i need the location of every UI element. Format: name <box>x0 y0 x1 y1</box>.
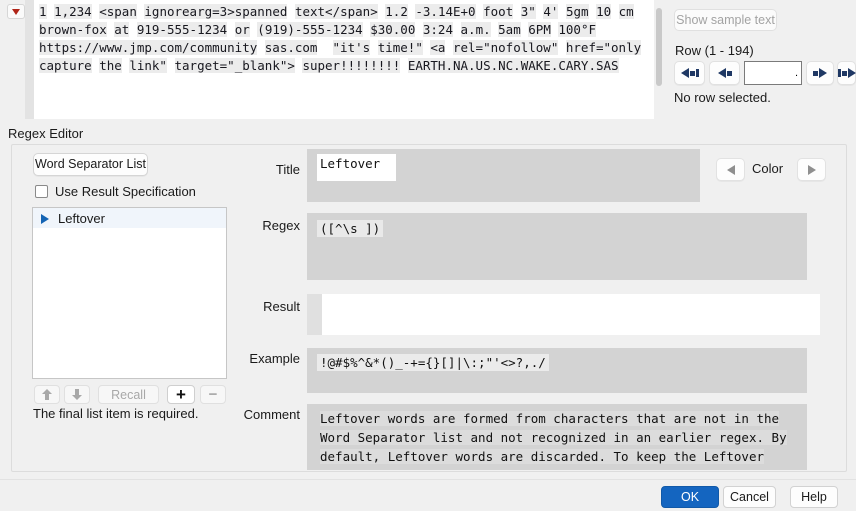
checkbox-box[interactable] <box>35 185 48 198</box>
result-value[interactable] <box>322 294 820 335</box>
regex-editor-title: Regex Editor <box>8 126 84 141</box>
sample-text-area[interactable]: 1 1,234 <span ignorearg=3>spanned text</… <box>34 0 654 119</box>
next-row-icon <box>813 68 827 78</box>
ok-button[interactable]: OK <box>661 486 719 508</box>
regex-editor-dialog: 1 1,234 <span ignorearg=3>spanned text</… <box>0 0 856 511</box>
row-first-button[interactable] <box>674 61 705 85</box>
move-down-button[interactable] <box>64 385 90 404</box>
list-required-note: The final list item is required. <box>33 406 199 421</box>
row-range-label: Row (1 - 194) <box>675 43 754 58</box>
example-value: !@#$%^&*()_-+={}[]|\:;"'<>?,./ <box>317 354 549 371</box>
first-row-icon <box>680 68 699 78</box>
row-next-button[interactable] <box>806 61 834 85</box>
cancel-button[interactable]: Cancel <box>723 486 776 508</box>
right-triangle-icon <box>807 164 816 175</box>
result-gutter <box>307 294 322 335</box>
help-button[interactable]: Help <box>790 486 838 508</box>
row-number-input[interactable] <box>744 61 802 85</box>
list-item-label: Leftover <box>58 211 105 226</box>
plus-icon: + <box>176 385 186 404</box>
use-result-specification-checkbox[interactable]: Use Result Specification <box>35 184 196 199</box>
regex-list[interactable]: Leftover <box>32 207 227 379</box>
up-arrow-icon <box>42 389 52 400</box>
down-arrow-icon <box>72 389 82 400</box>
result-field[interactable] <box>307 294 820 335</box>
example-label: Example <box>249 351 300 366</box>
remove-item-button[interactable]: − <box>200 385 226 404</box>
row-last-button[interactable] <box>837 61 856 85</box>
regex-field[interactable]: ([^\s ]) <box>307 213 807 280</box>
red-triangle-icon <box>12 8 20 15</box>
color-next-button[interactable] <box>797 158 826 181</box>
title-value: Leftover <box>317 154 397 181</box>
word-separator-list-button[interactable]: Word Separator List <box>33 153 148 176</box>
result-label: Result <box>263 299 300 314</box>
minus-icon: − <box>208 386 218 403</box>
list-item-leftover[interactable]: Leftover <box>33 208 226 228</box>
checkbox-label: Use Result Specification <box>55 184 196 199</box>
title-field[interactable]: Leftover <box>307 149 700 202</box>
example-field[interactable]: !@#$%^&*()_-+={}[]|\:;"'<>?,./ <box>307 348 807 393</box>
add-item-button[interactable]: + <box>167 385 195 404</box>
color-prev-button[interactable] <box>716 158 745 181</box>
comment-value: Leftover words are formed from character… <box>320 411 787 464</box>
regex-label: Regex <box>262 218 300 233</box>
red-triangle-menu-button[interactable] <box>7 4 25 19</box>
prev-row-icon <box>717 68 732 78</box>
last-row-icon <box>837 68 856 78</box>
regex-value: ([^\s ]) <box>317 220 384 237</box>
move-up-button[interactable] <box>34 385 60 404</box>
expand-triangle-icon <box>41 213 49 224</box>
row-prev-button[interactable] <box>709 61 740 85</box>
comment-field[interactable]: Leftover words are formed from character… <box>307 404 807 470</box>
row-status-text: No row selected. <box>674 90 771 105</box>
sample-scrollbar-thumb[interactable] <box>656 8 662 86</box>
color-label: Color <box>752 161 784 176</box>
left-triangle-icon <box>726 164 735 175</box>
title-label: Title <box>275 162 300 177</box>
footer-divider <box>0 479 856 480</box>
show-sample-text-button[interactable]: Show sample text <box>674 9 777 31</box>
comment-label: Comment <box>243 407 300 422</box>
recall-button[interactable]: Recall <box>98 385 159 404</box>
sample-text-gutter <box>25 0 34 119</box>
